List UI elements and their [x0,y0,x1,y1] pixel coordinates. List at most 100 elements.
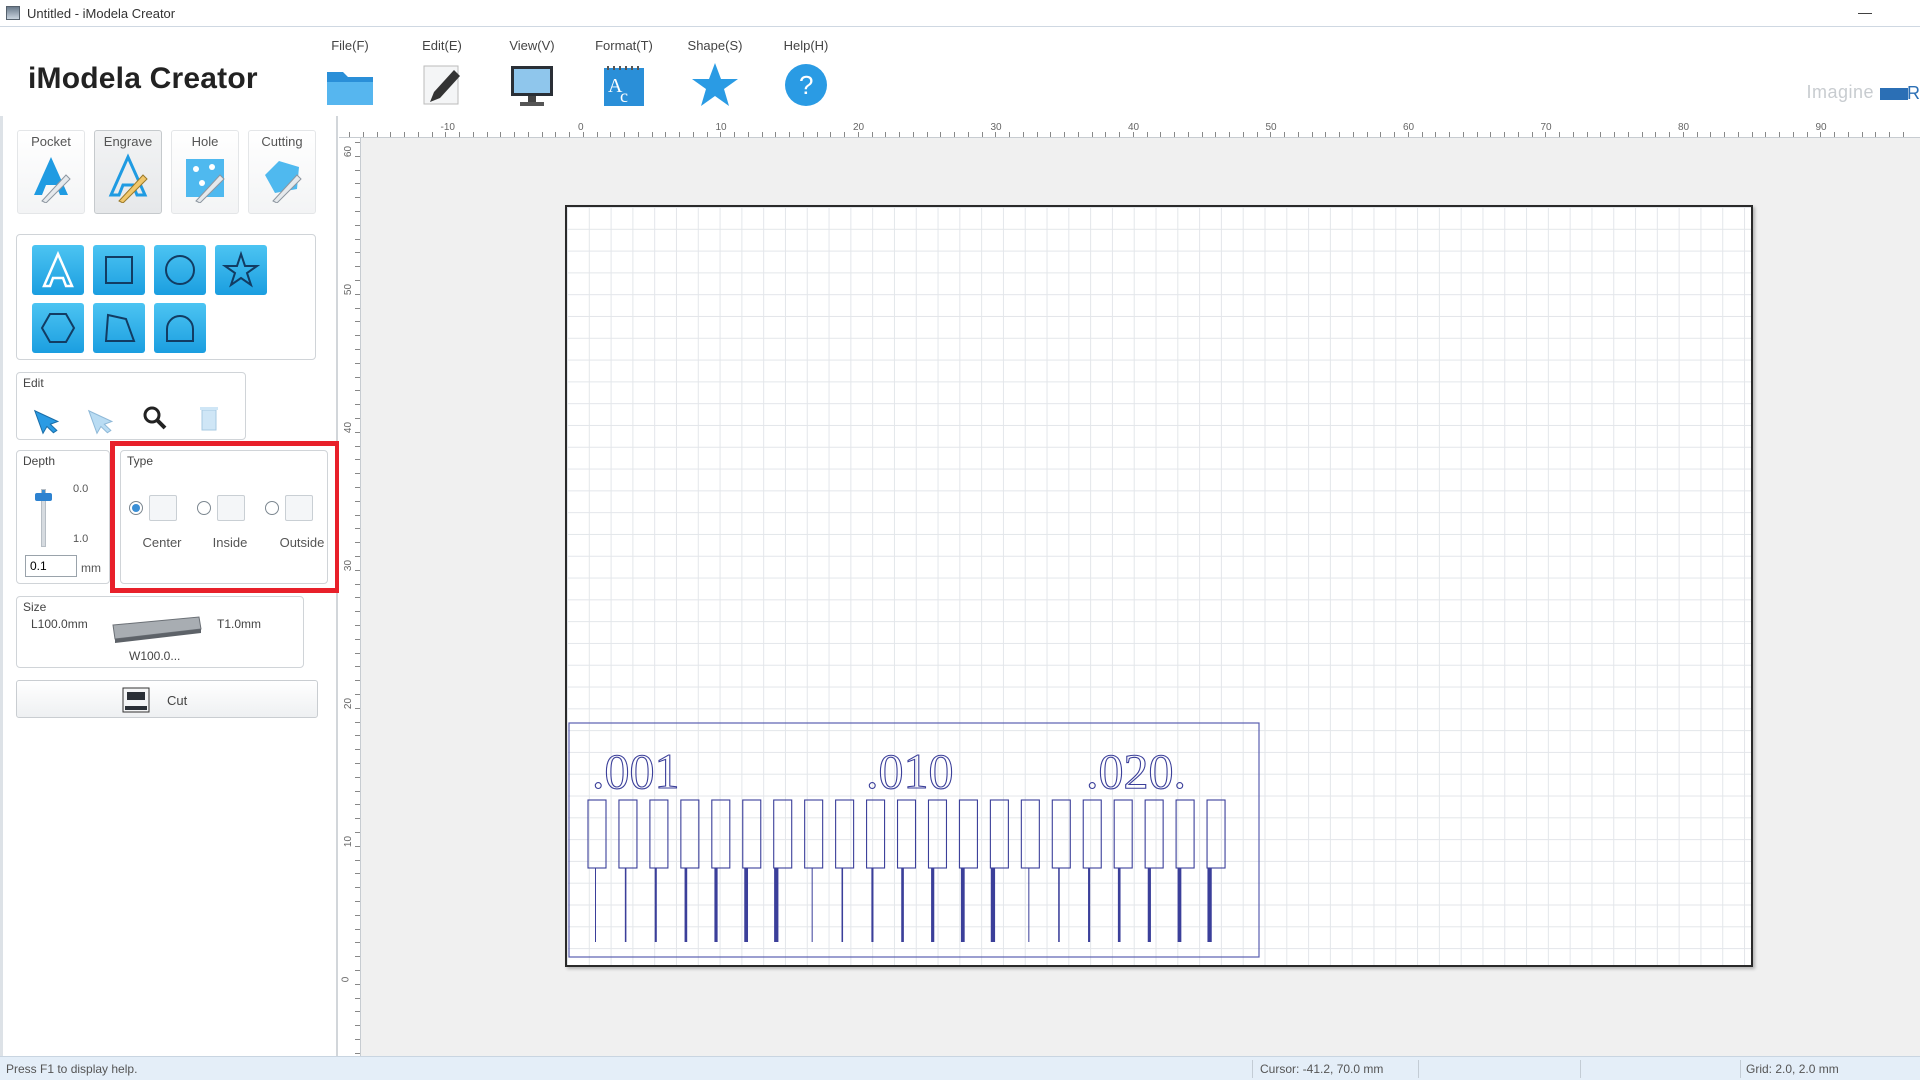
ruler-tick [1435,132,1437,137]
ruler-tick [355,266,360,268]
edit-panel: Edit [16,372,246,440]
app-window: Untitled - iModela Creator — iModela Cre… [0,0,1920,1080]
design-label: .020. [1086,743,1186,799]
ruler-tick [1641,132,1643,137]
comb-tooth-line [811,868,813,942]
size-panel: Size L100.0mm T1.0mm W100.0... [16,596,304,668]
ruler-tick [355,970,360,971]
menu-format[interactable]: Format(T) A c [579,38,669,110]
status-cursor: Cursor: -41.2, 70.0 mm [1260,1062,1384,1076]
menu-file[interactable]: File(F) [305,38,395,110]
ruler-tick [940,132,942,137]
ruler-tick [355,293,360,295]
ruler-v-label: 20 [343,697,355,710]
comb-tooth-line [841,868,844,942]
ruler-tick [355,997,360,999]
ruler-tick [857,132,859,137]
depth-value-input[interactable] [25,555,77,577]
ruler-tick [1036,132,1038,137]
outside-cut-icon [285,495,313,521]
mode-hole-button[interactable]: Hole [171,130,239,214]
ruler-tick [1449,132,1450,137]
ruler-tick [355,832,360,833]
text-shape-button[interactable] [32,245,84,295]
select-tool-button[interactable] [29,401,65,435]
ruler-tick [355,887,360,889]
ruler-tick [355,500,360,502]
ruler-tick [775,132,777,137]
type-center-radio[interactable] [129,501,143,515]
ruler-tick [871,132,873,137]
circle-button[interactable] [154,245,206,295]
ruler-tick [355,459,360,461]
comb-tooth-line [744,868,749,942]
ruler-h-label: -10 [440,122,455,133]
circle-icon [165,255,195,285]
ruler-tick [355,569,360,571]
brand-logo: iModela Creator [28,62,258,95]
engrave-icon [108,153,148,203]
type-center-option[interactable]: Center [129,495,195,555]
ruler-tick [1256,132,1258,137]
comb-tooth-line [1117,868,1121,942]
ruler-tick [1765,132,1767,137]
ruler-tick [349,132,350,137]
ruler-tick [1696,132,1698,137]
ruler-tick [355,818,360,820]
ruler-tick [486,132,488,137]
arch-button[interactable] [154,303,206,353]
ruler-tick [355,514,360,516]
select-arrow-icon [33,409,60,435]
ruler-tick [596,132,598,137]
mode-engrave-button[interactable]: Engrave [94,130,162,214]
ruler-tick [355,666,360,668]
ruler-tick [1669,132,1670,137]
ruler-tick [355,280,360,281]
ruler-tick [1009,132,1010,137]
cut-machine-icon [122,687,150,713]
hexagon-button[interactable] [32,303,84,353]
ruler-tick [355,487,360,488]
ruler-tick [355,211,360,212]
menu-shape[interactable]: Shape(S) [670,38,760,110]
shape-palette [16,234,316,360]
delete-tool-button[interactable] [191,401,227,435]
polygon-button[interactable] [93,303,145,353]
ruler-tick [362,132,364,137]
menu-edit[interactable]: Edit(E) [397,38,487,110]
ruler-tick [355,335,360,337]
ruler-tick [665,132,667,137]
ruler-tick [954,132,955,137]
rectangle-button[interactable] [93,245,145,295]
ruler-tick [355,735,360,737]
ruler-tick [1160,132,1162,137]
type-inside-option[interactable]: Inside [197,495,263,555]
menu-help[interactable]: Help(H) ? [761,38,851,110]
depth-slider-thumb[interactable] [35,492,52,501]
node-edit-tool-button[interactable] [83,401,119,435]
comb-tooth-slot [1113,799,1133,869]
pocket-icon [34,157,71,203]
ruler-tick [376,132,378,137]
horizontal-ruler: -10 0 10 20 30 40 50 60 70 80 90 [339,116,1920,138]
text-format-icon: A c [604,66,644,106]
type-inside-radio[interactable] [197,501,211,515]
comb-teeth-group [587,799,1226,942]
zoom-tool-button[interactable] [137,401,173,435]
star-shape-button[interactable] [215,245,267,295]
ruler-tick [355,804,360,806]
minimize-button[interactable]: — [1850,2,1880,24]
ruler-tick [1559,132,1560,137]
cut-button[interactable]: Cut [16,680,318,718]
title-bar: Untitled - iModela Creator — [0,0,1920,27]
type-outside-radio[interactable] [265,501,279,515]
type-outside-option[interactable]: Outside [265,495,331,555]
mode-pocket-button[interactable]: Pocket [17,130,85,214]
menu-view[interactable]: View(V) [487,38,577,110]
design-layout[interactable]: .001 .010 .020. [568,722,1260,958]
ruler-tick [355,321,360,323]
ruler-tick [355,183,360,185]
ruler-tick [355,983,360,985]
mode-cutting-button[interactable]: Cutting [248,130,316,214]
ruler-tick [355,1039,360,1040]
